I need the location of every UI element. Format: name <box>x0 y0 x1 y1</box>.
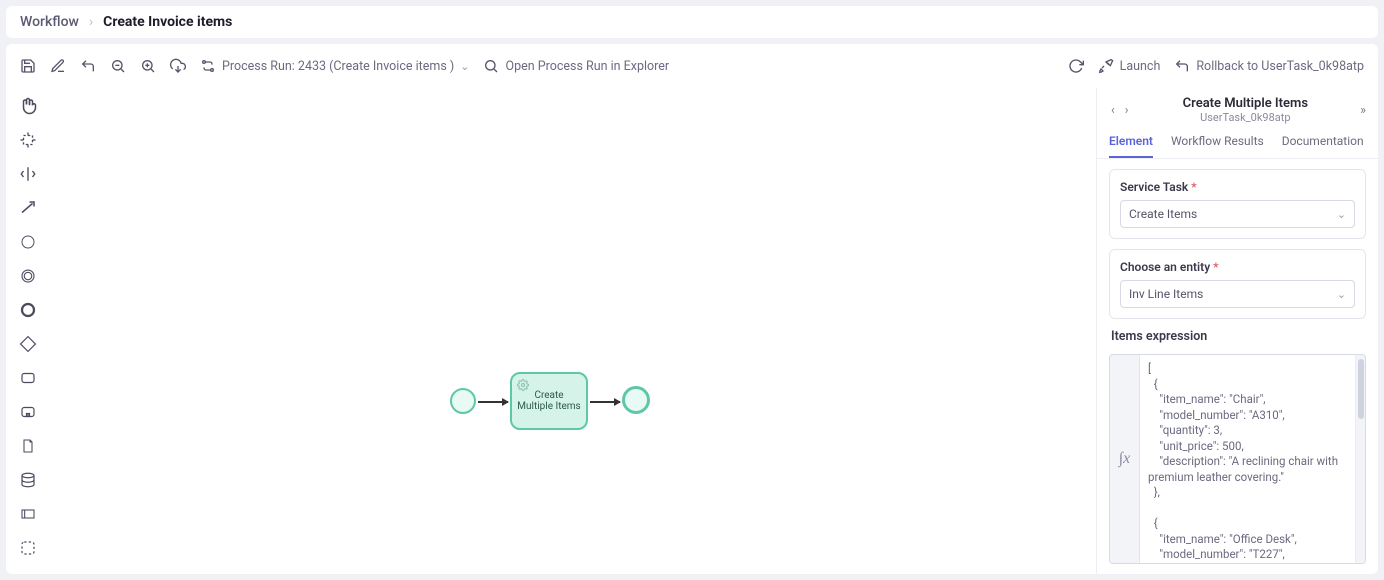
search-icon <box>483 58 499 74</box>
tab-element[interactable]: Element <box>1109 134 1153 158</box>
items-expression-field: ∫x [ { "item_name": "Chair", "model_numb… <box>1109 354 1366 564</box>
gateway-icon[interactable] <box>16 332 40 356</box>
tab-workflow-results[interactable]: Workflow Results <box>1171 134 1264 158</box>
chevron-down-icon: ⌄ <box>460 60 469 73</box>
panel-tabs: Element Workflow Results Documentation <box>1097 126 1378 159</box>
palette <box>6 88 50 574</box>
undo-icon[interactable] <box>80 58 96 74</box>
chevron-down-icon: ⌄ <box>1337 288 1346 301</box>
rocket-icon <box>1098 58 1114 74</box>
bpmn-sequence-flow[interactable] <box>478 401 508 403</box>
bpmn-task-label: Create Multiple Items <box>516 390 582 412</box>
rollback-label: Rollback to UserTask_0k98atp <box>1196 59 1364 74</box>
service-task-field: Service Task * Create Items ⌄ <box>1109 169 1366 239</box>
items-expression-label: Items expression <box>1109 329 1366 344</box>
entity-label: Choose an entity <box>1120 260 1210 274</box>
panel-subtitle: UserTask_0k98atp <box>1139 111 1353 124</box>
lasso-tool-icon[interactable] <box>16 128 40 152</box>
scrollbar[interactable] <box>1355 355 1365 563</box>
process-run-label: Process Run: 2433 (Create Invoice items … <box>222 59 454 74</box>
breadcrumb-bar: Workflow › Create Invoice items <box>6 6 1378 38</box>
process-run-selector[interactable]: Process Run: 2433 (Create Invoice items … <box>200 58 469 74</box>
breadcrumb-separator-icon: › <box>89 14 93 30</box>
canvas[interactable]: Create Multiple Items <box>50 88 1096 574</box>
zoom-out-icon[interactable] <box>110 58 126 74</box>
data-store-icon[interactable] <box>16 468 40 492</box>
required-mark: * <box>1213 260 1218 274</box>
process-run-icon <box>200 58 216 74</box>
toolbar: Process Run: 2433 (Create Invoice items … <box>6 44 1378 88</box>
rollback-icon <box>1174 58 1190 74</box>
launch-button[interactable]: Launch <box>1098 58 1161 74</box>
open-in-explorer-link[interactable]: Open Process Run in Explorer <box>483 58 669 74</box>
cloud-download-icon[interactable] <box>170 58 186 74</box>
bpmn-start-event[interactable] <box>450 388 476 414</box>
tab-documentation[interactable]: Documentation <box>1282 134 1364 158</box>
entity-select[interactable]: Inv Line Items ⌄ <box>1120 280 1355 308</box>
connect-tool-icon[interactable] <box>16 196 40 220</box>
save-icon[interactable] <box>20 58 36 74</box>
bpmn-sequence-flow[interactable] <box>590 401 620 403</box>
refresh-icon[interactable] <box>1068 58 1084 74</box>
next-element-icon[interactable]: › <box>1123 101 1131 120</box>
editor-card: Process Run: 2433 (Create Invoice items … <box>6 44 1378 574</box>
bpmn-service-task[interactable]: Create Multiple Items <box>510 372 588 430</box>
service-task-select[interactable]: Create Items ⌄ <box>1120 200 1355 228</box>
chevron-down-icon: ⌄ <box>1337 208 1346 221</box>
start-event-thin-icon[interactable] <box>16 230 40 254</box>
space-tool-icon[interactable] <box>16 162 40 186</box>
rollback-button[interactable]: Rollback to UserTask_0k98atp <box>1174 58 1364 74</box>
open-in-explorer-label: Open Process Run in Explorer <box>505 59 669 74</box>
subprocess-icon[interactable] <box>16 400 40 424</box>
launch-label: Launch <box>1120 59 1161 74</box>
gear-icon <box>516 378 530 392</box>
prev-element-icon[interactable]: ‹ <box>1109 101 1117 120</box>
breadcrumb-root[interactable]: Workflow <box>20 14 79 30</box>
items-expression-input[interactable]: [ { "item_name": "Chair", "model_number"… <box>1140 355 1355 563</box>
zoom-in-icon[interactable] <box>140 58 156 74</box>
breadcrumb-current: Create Invoice items <box>103 14 232 30</box>
end-event-icon[interactable] <box>16 298 40 322</box>
bpmn-end-event[interactable] <box>622 386 650 414</box>
required-mark: * <box>1191 180 1196 194</box>
panel-title: Create Multiple Items <box>1139 96 1353 111</box>
pool-icon[interactable] <box>16 502 40 526</box>
task-icon[interactable] <box>16 366 40 390</box>
entity-field: Choose an entity * Inv Line Items ⌄ <box>1109 249 1366 319</box>
entity-value: Inv Line Items <box>1129 287 1203 301</box>
intermediate-event-icon[interactable] <box>16 264 40 288</box>
properties-panel: ‹ › Create Multiple Items UserTask_0k98a… <box>1096 88 1378 574</box>
group-icon[interactable] <box>16 536 40 560</box>
hand-tool-icon[interactable] <box>16 94 40 118</box>
edit-icon[interactable] <box>50 58 66 74</box>
collapse-panel-icon[interactable]: » <box>1360 103 1366 118</box>
service-task-value: Create Items <box>1129 207 1197 221</box>
data-object-icon[interactable] <box>16 434 40 458</box>
service-task-label: Service Task <box>1120 180 1188 194</box>
fx-icon[interactable]: ∫x <box>1110 355 1140 563</box>
